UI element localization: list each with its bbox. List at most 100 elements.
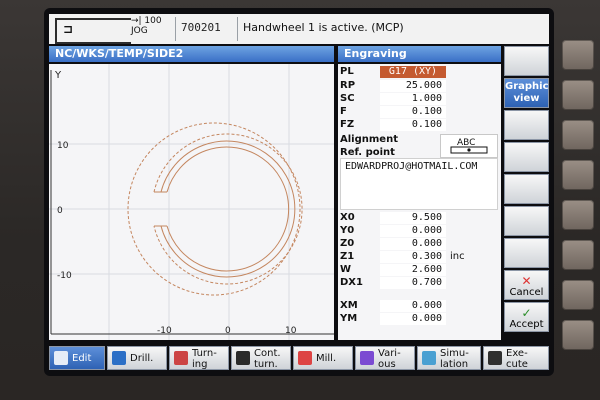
param-label: RP: [340, 80, 356, 91]
softkey-empty-4[interactable]: [504, 174, 549, 204]
param-unit: inc: [450, 251, 465, 262]
x-tick: 10: [285, 326, 297, 336]
right-softkeys: Graphic view ✕ Cancel ✓ Accept: [504, 46, 549, 340]
contour-turning-tab[interactable]: Cont. turn.: [231, 346, 291, 370]
softkey-empty-3[interactable]: [504, 142, 549, 172]
mode-line1: →| 100: [131, 16, 162, 26]
param-value-input[interactable]: 1.000: [380, 93, 446, 105]
hardware-key-1[interactable]: [562, 40, 594, 70]
logo-glyph: ⊐: [63, 22, 74, 36]
param-label: PL: [340, 66, 354, 77]
graphic-view[interactable]: Y X 10 0 -10 -10 0 10: [49, 64, 346, 340]
hardware-key-5[interactable]: [562, 200, 594, 230]
mill-icon: [298, 351, 312, 365]
mode-indicator: →| 100 JOG: [131, 16, 162, 36]
param-row: X0 9.500: [338, 212, 501, 225]
turning-label: Turn- ing: [192, 348, 217, 370]
hardware-key-3[interactable]: [562, 120, 594, 150]
top-status-bar: ⊐ →| 100 JOG 700201 Handwheel 1 is activ…: [49, 14, 549, 44]
edit-tab[interactable]: Edit: [49, 346, 105, 370]
ref-point-label: Ref. point: [340, 147, 395, 158]
param-row: RP 25.000: [338, 80, 501, 93]
engrave-text-field[interactable]: EDWARDPROJ@HOTMAIL.COM: [340, 158, 498, 210]
param-value-input[interactable]: 0.300: [380, 251, 446, 263]
execute-tab[interactable]: Exe- cute: [483, 346, 549, 370]
alignment-label: Alignment: [340, 134, 398, 145]
workpiece-path-title: NC/WKS/TEMP/SIDE2: [49, 46, 334, 62]
alignment-icon: ABC: [450, 138, 488, 154]
param-label: X0: [340, 212, 355, 223]
grid: [49, 64, 334, 340]
param-row: FZ 0.100: [338, 119, 501, 132]
softkey-empty-6[interactable]: [504, 238, 549, 268]
param-row-pl: PL G17 (XY): [338, 66, 501, 79]
mill-label: Mill.: [316, 353, 337, 364]
param-row: XM 0.000: [338, 300, 501, 313]
y-axis-label: Y: [54, 70, 62, 81]
workpiece-path-text: NC/WKS/TEMP/SIDE2: [55, 47, 184, 60]
simulation-tab[interactable]: Simu- lation: [417, 346, 481, 370]
bottom-softkeys: Edit Drill. Turn- ing Cont. turn. Mill. …: [49, 346, 549, 370]
cancel-icon: ✕: [521, 274, 532, 288]
param-row: Z1 0.300 inc: [338, 251, 501, 264]
x-tick: -10: [157, 326, 172, 336]
param-value-input[interactable]: 0.700: [380, 277, 446, 289]
param-label: W: [340, 264, 352, 275]
various-icon: [360, 351, 374, 365]
engrave-text: EDWARDPROJ@HOTMAIL.COM: [345, 161, 478, 172]
pl-value-select[interactable]: G17 (XY): [380, 66, 446, 78]
graphic-view-label: Graphic view: [505, 81, 549, 104]
hardware-key-6[interactable]: [562, 240, 594, 270]
softkey-empty-2[interactable]: [504, 110, 549, 140]
engraving-title: Engraving: [338, 46, 501, 62]
param-label: YM: [340, 313, 358, 324]
contour-turning-icon: [236, 351, 250, 365]
softkey-empty-5[interactable]: [504, 206, 549, 236]
y-tick: 0: [57, 206, 63, 216]
param-row: SC 1.000: [338, 93, 501, 106]
contour-turning-label: Cont. turn.: [254, 348, 281, 370]
param-value-input[interactable]: 0.100: [380, 106, 446, 118]
param-value-input[interactable]: 25.000: [380, 80, 446, 92]
param-value-input[interactable]: 2.600: [380, 264, 446, 276]
divider: [175, 17, 176, 41]
various-label: Vari- ous: [378, 348, 401, 370]
drill-icon: [112, 351, 126, 365]
param-row: W 2.600: [338, 264, 501, 277]
x-tick: 0: [225, 326, 231, 336]
alignment-select[interactable]: ABC: [440, 134, 498, 158]
cancel-button[interactable]: ✕ Cancel: [504, 270, 549, 300]
hardware-key-2[interactable]: [562, 80, 594, 110]
param-label: Y0: [340, 225, 355, 236]
param-value-input[interactable]: 0.000: [380, 300, 446, 312]
param-row: Z0 0.000: [338, 238, 501, 251]
y-tick: 10: [57, 141, 69, 151]
drill-tab[interactable]: Drill.: [107, 346, 167, 370]
param-value-input[interactable]: 0.000: [380, 313, 446, 325]
param-row: F 0.100: [338, 106, 501, 119]
various-tab[interactable]: Vari- ous: [355, 346, 415, 370]
accept-button[interactable]: ✓ Accept: [504, 302, 549, 332]
y-tick: -10: [57, 271, 72, 281]
execute-label: Exe- cute: [506, 348, 528, 370]
edit-icon: [54, 351, 68, 365]
param-value-input[interactable]: 9.500: [380, 212, 446, 224]
engraving-parameters: PL G17 (XY) RP 25.000 SC 1.000 F 0.100 F…: [338, 64, 501, 340]
mill-tab[interactable]: Mill.: [293, 346, 353, 370]
graphic-view-button[interactable]: Graphic view: [504, 78, 549, 108]
mode-line2: JOG: [131, 26, 148, 36]
hardware-key-8[interactable]: [562, 320, 594, 350]
execute-icon: [488, 351, 502, 365]
turning-tab[interactable]: Turn- ing: [169, 346, 229, 370]
simulation-icon: [422, 351, 436, 365]
param-value-input[interactable]: 0.100: [380, 119, 446, 131]
hardware-key-7[interactable]: [562, 280, 594, 310]
param-value-input[interactable]: 0.000: [380, 238, 446, 250]
accept-label: Accept: [509, 319, 544, 330]
softkey-empty-1[interactable]: [504, 46, 549, 76]
param-row: YM 0.000: [338, 313, 501, 326]
cancel-label: Cancel: [509, 287, 544, 298]
param-label: Z1: [340, 251, 355, 262]
param-value-input[interactable]: 0.000: [380, 225, 446, 237]
hardware-key-4[interactable]: [562, 160, 594, 190]
